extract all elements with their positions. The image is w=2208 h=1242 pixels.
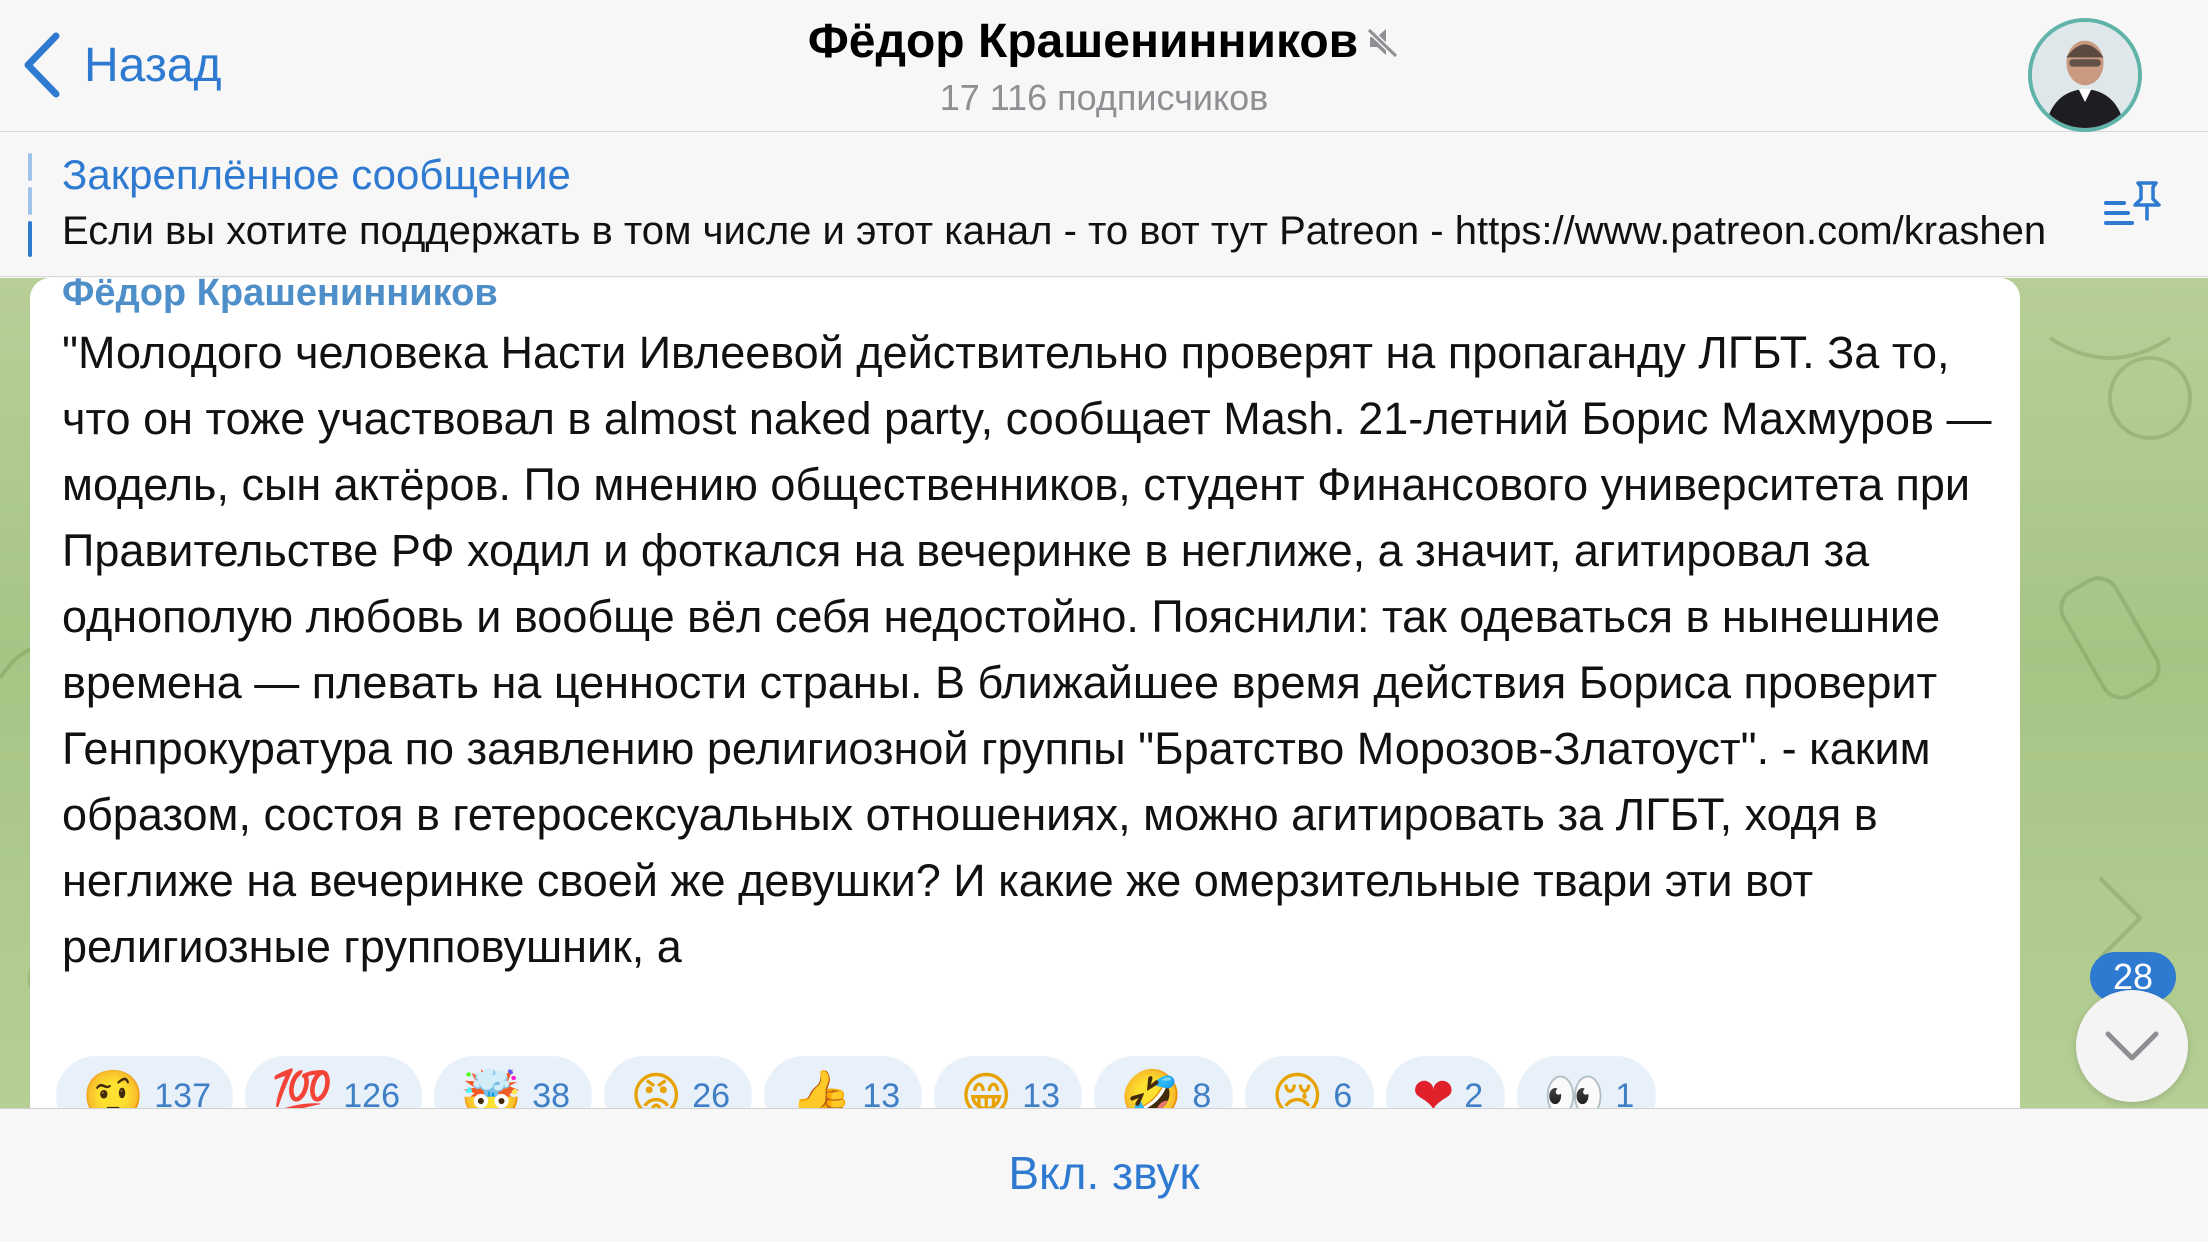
reaction-hundred[interactable]: 💯 126 xyxy=(245,1056,422,1108)
channel-title-area[interactable]: Фёдор Крашенинников 17 116 подписчиков xyxy=(0,14,2208,119)
raised-eyebrow-emoji-icon: 🤨 xyxy=(82,1067,145,1109)
reaction-count: 26 xyxy=(692,1076,731,1109)
thumbs-up-emoji-icon: 👍 xyxy=(790,1067,853,1109)
pinned-list-icon[interactable] xyxy=(2102,177,2164,233)
pinned-label: Закреплённое сообщение xyxy=(62,151,571,198)
chat-header: Назад Фёдор Крашенинников 17 116 подписч… xyxy=(0,0,2208,132)
angry-face-emoji-icon: 😡 xyxy=(630,1068,683,1108)
channel-avatar[interactable] xyxy=(2028,18,2142,132)
reaction-count: 1 xyxy=(1615,1076,1635,1109)
hundred-emoji-icon: 💯 xyxy=(271,1067,334,1109)
reaction-count: 6 xyxy=(1333,1076,1353,1109)
bottom-bar: Вкл. звук xyxy=(0,1108,2208,1242)
reaction-crying[interactable]: 😢 6 xyxy=(1245,1056,1375,1109)
rolling-laughing-emoji-icon: 🤣 xyxy=(1120,1067,1183,1109)
reaction-count: 38 xyxy=(532,1076,571,1109)
reaction-exploding-head[interactable]: 🤯 38 xyxy=(434,1056,593,1109)
reactions-row: 🤨 137 💯 126 🤯 38 😡 26 👍 13 😁 13 🤣 8 😢 6 … xyxy=(56,1056,1657,1109)
message-author[interactable]: Фёдор Крашенинников xyxy=(62,278,498,315)
reaction-count: 13 xyxy=(1022,1076,1061,1109)
grinning-face-emoji-icon: 😁 xyxy=(960,1068,1013,1108)
reaction-raised-eyebrow[interactable]: 🤨 137 xyxy=(56,1056,233,1108)
reaction-count: 13 xyxy=(862,1076,901,1109)
chat-area[interactable]: Фёдор Крашенинников "Молодого человека Н… xyxy=(0,278,2208,1108)
chevron-down-icon xyxy=(2105,1031,2159,1061)
heart-emoji-icon: ❤ xyxy=(1412,1068,1455,1108)
reaction-thumbs-up[interactable]: 👍 13 xyxy=(764,1056,923,1109)
channel-title: Фёдор Крашенинников xyxy=(808,14,1400,69)
reaction-angry[interactable]: 😡 26 xyxy=(604,1056,753,1109)
channel-name: Фёдор Крашенинников xyxy=(807,15,1359,68)
reaction-count: 126 xyxy=(343,1076,400,1109)
subscriber-count: 17 116 подписчиков xyxy=(939,77,1269,118)
exploding-head-emoji-icon: 🤯 xyxy=(460,1067,523,1109)
reaction-rofl[interactable]: 🤣 8 xyxy=(1094,1056,1234,1109)
person-avatar-icon xyxy=(2032,22,2138,128)
message-bubble[interactable]: Фёдор Крашенинников "Молодого человека Н… xyxy=(30,278,2020,1108)
muted-speaker-icon xyxy=(1367,27,1399,58)
reaction-count: 2 xyxy=(1464,1076,1484,1109)
reaction-grin[interactable]: 😁 13 xyxy=(934,1056,1083,1109)
reaction-heart[interactable]: ❤ 2 xyxy=(1386,1056,1506,1109)
scroll-to-bottom-button[interactable] xyxy=(2076,990,2188,1102)
pinned-text: Если вы хотите поддержать в том числе и … xyxy=(62,209,2047,253)
unmute-button[interactable]: Вкл. звук xyxy=(1008,1146,1199,1200)
reaction-eyes[interactable]: 👀 1 xyxy=(1517,1056,1657,1109)
crying-face-emoji-icon: 😢 xyxy=(1271,1068,1324,1108)
reaction-count: 137 xyxy=(154,1076,211,1109)
pinned-message-bar[interactable]: Закреплённое сообщение Если вы хотите по… xyxy=(0,133,2208,277)
reaction-count: 8 xyxy=(1192,1076,1212,1109)
eyes-emoji-icon: 👀 xyxy=(1543,1067,1606,1109)
message-text: "Молодого человека Насти Ивлеевой действ… xyxy=(62,327,1992,972)
pinned-indicator xyxy=(28,153,34,257)
